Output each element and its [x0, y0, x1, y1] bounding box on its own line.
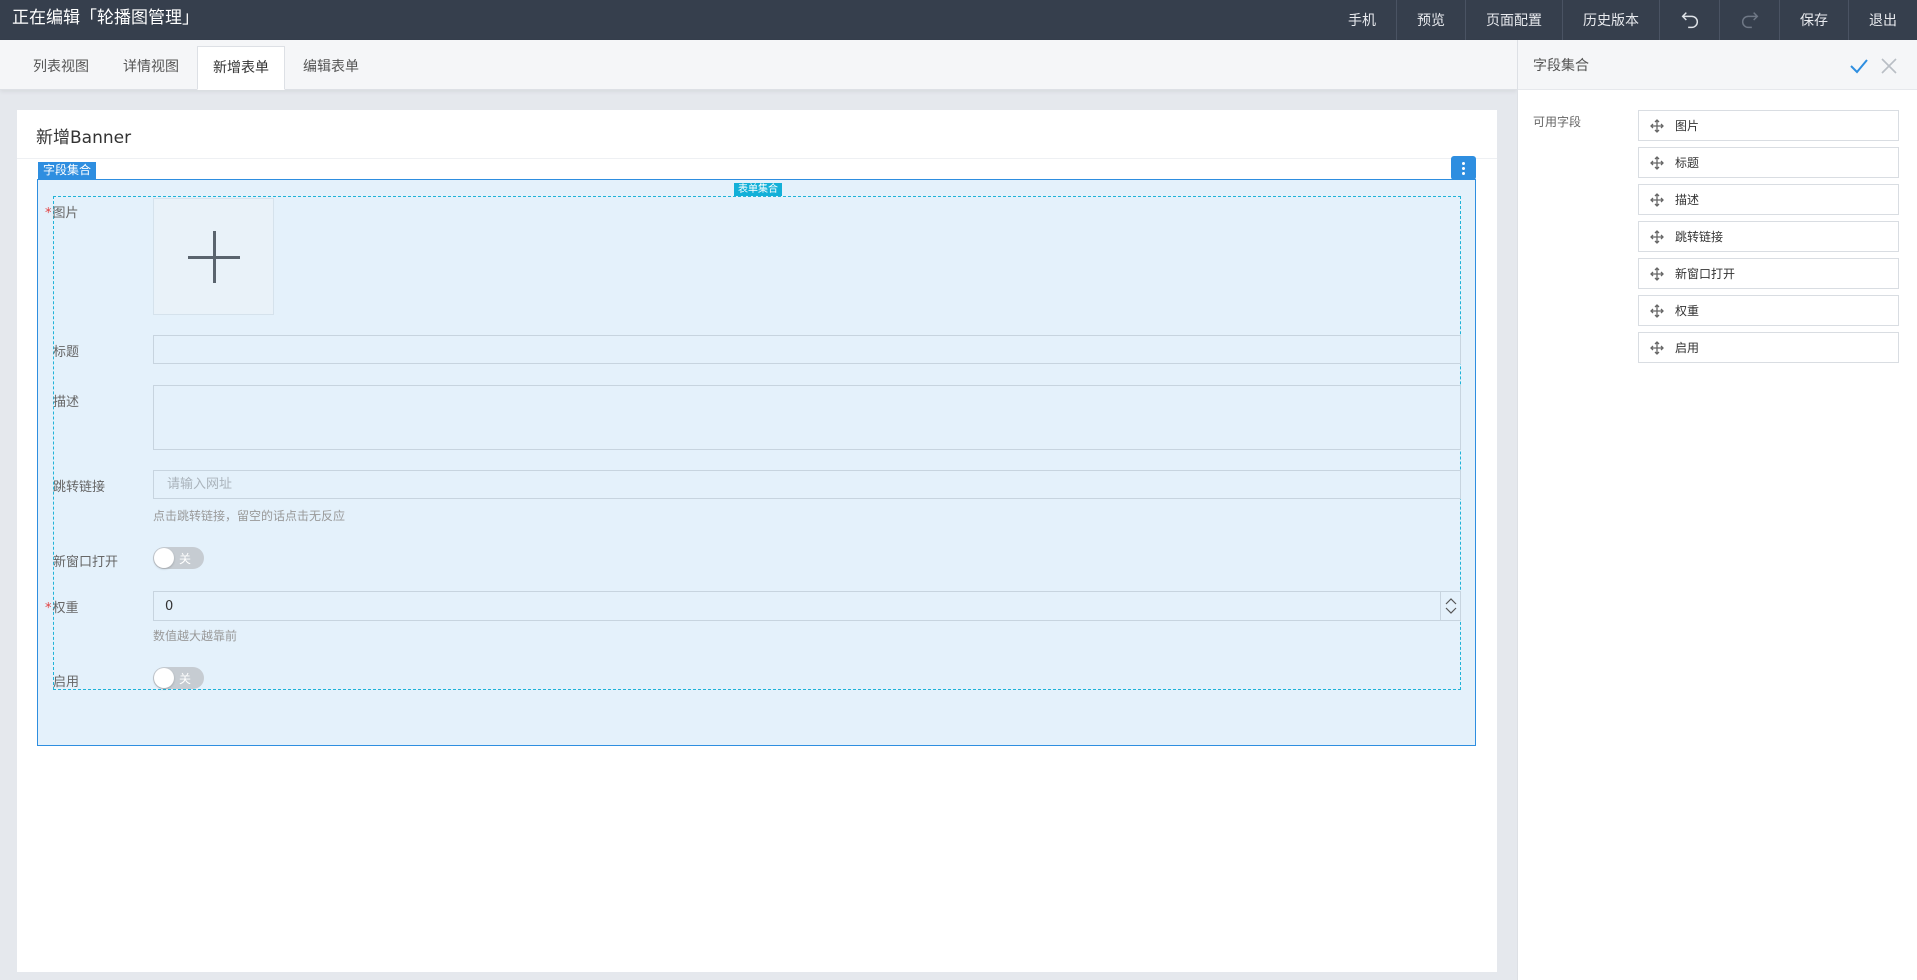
desc-field-label: 描述 [53, 395, 80, 410]
weight-input[interactable] [153, 591, 1461, 621]
undo-button[interactable] [1659, 0, 1719, 40]
fieldset-label: 字段集合 [38, 162, 97, 179]
tab-edit-form[interactable]: 编辑表单 [288, 46, 374, 90]
field-item-label: 描述 [1675, 193, 1700, 207]
field-item-link[interactable]: 跳转链接 [1638, 221, 1899, 252]
field-item-title[interactable]: 标题 [1638, 147, 1899, 178]
form-canvas: 新增Banner 字段集合 表单集合 *图片 标题 描述 跳转链接 点击跳转链接… [17, 110, 1497, 972]
field-item-label: 跳转链接 [1675, 230, 1724, 244]
top-actions: 手机 预览 页面配置 历史版本 保存 退出 [1328, 0, 1917, 40]
form-container-label: 表单集合 [734, 183, 782, 196]
fieldset-menu-button[interactable] [1451, 156, 1476, 180]
undo-icon [1681, 12, 1698, 29]
weight-hint: 数值越大越靠前 [153, 629, 238, 643]
redo-button[interactable] [1719, 0, 1779, 40]
link-input[interactable] [153, 470, 1461, 499]
page-title: 新增Banner [36, 128, 132, 148]
move-icon [1650, 155, 1664, 170]
field-item-label: 权重 [1675, 304, 1700, 318]
field-item-label: 图片 [1675, 119, 1700, 133]
required-mark: * [45, 206, 52, 221]
weight-stepper[interactable] [1440, 591, 1460, 621]
move-icon [1650, 340, 1664, 355]
chevron-down-icon[interactable] [1445, 606, 1457, 615]
check-icon[interactable] [1848, 55, 1870, 77]
tab-detail-view[interactable]: 详情视图 [108, 46, 194, 90]
switch-state-text: 关 [179, 672, 192, 686]
field-item-weight[interactable]: 权重 [1638, 295, 1899, 326]
view-tabs: 列表视图 详情视图 新增表单 编辑表单 [0, 40, 1517, 90]
enabled-field-label: 启用 [53, 675, 80, 690]
field-item-enabled[interactable]: 启用 [1638, 332, 1899, 363]
field-item-desc[interactable]: 描述 [1638, 184, 1899, 215]
available-field-list: 图片 标题 描述 跳转链接 新窗口打开 权重 启用 [1638, 110, 1899, 369]
field-panel-title: 字段集合 [1533, 58, 1589, 74]
move-icon [1650, 303, 1664, 318]
switch-knob [154, 668, 174, 688]
field-item-new-window[interactable]: 新窗口打开 [1638, 258, 1899, 289]
field-item-image[interactable]: 图片 [1638, 110, 1899, 141]
redo-icon [1741, 12, 1758, 29]
top-bar: 正在编辑「轮播图管理」 手机 预览 页面配置 历史版本 保存 退出 [0, 0, 1917, 40]
switch-knob [154, 548, 174, 568]
required-mark: * [45, 601, 52, 616]
exit-button[interactable]: 退出 [1848, 0, 1917, 40]
tab-add-form[interactable]: 新增表单 [197, 46, 285, 90]
link-field-label: 跳转链接 [53, 480, 106, 495]
history-button[interactable]: 历史版本 [1562, 0, 1659, 40]
field-panel-header: 字段集合 [1518, 40, 1917, 90]
link-hint: 点击跳转链接，留空的话点击无反应 [153, 509, 346, 523]
title-input[interactable] [153, 335, 1461, 364]
field-panel: 字段集合 可用字段 图片 标题 描述 跳转链接 新窗口打开 权重 启用 [1517, 40, 1917, 980]
enabled-switch[interactable]: 关 [153, 667, 204, 689]
title-field-label: 标题 [53, 345, 80, 360]
plus-icon-vertical [213, 231, 216, 283]
field-item-label: 新窗口打开 [1675, 267, 1736, 281]
new-window-switch[interactable]: 关 [153, 547, 204, 569]
save-button[interactable]: 保存 [1779, 0, 1848, 40]
chevron-up-icon[interactable] [1445, 597, 1457, 606]
page-config-button[interactable]: 页面配置 [1465, 0, 1562, 40]
new-window-field-label: 新窗口打开 [53, 555, 119, 570]
editor-title: 正在编辑「轮播图管理」 [12, 8, 199, 28]
field-item-label: 启用 [1675, 341, 1700, 355]
weight-field-label: *权重 [45, 601, 79, 616]
move-icon [1650, 118, 1664, 133]
preview-button[interactable]: 预览 [1396, 0, 1465, 40]
move-icon [1650, 229, 1664, 244]
switch-state-text: 关 [179, 552, 192, 566]
image-upload[interactable] [153, 198, 274, 315]
available-fields-label: 可用字段 [1533, 115, 1582, 129]
image-field-label: *图片 [45, 206, 79, 221]
field-item-label: 标题 [1675, 156, 1700, 170]
tab-list-view[interactable]: 列表视图 [18, 46, 104, 90]
move-icon [1650, 192, 1664, 207]
move-icon [1650, 266, 1664, 281]
more-vertical-icon [1462, 161, 1465, 176]
mobile-button[interactable]: 手机 [1328, 0, 1396, 40]
close-icon[interactable] [1878, 55, 1900, 77]
desc-textarea[interactable] [153, 385, 1461, 450]
title-divider [17, 158, 1497, 159]
